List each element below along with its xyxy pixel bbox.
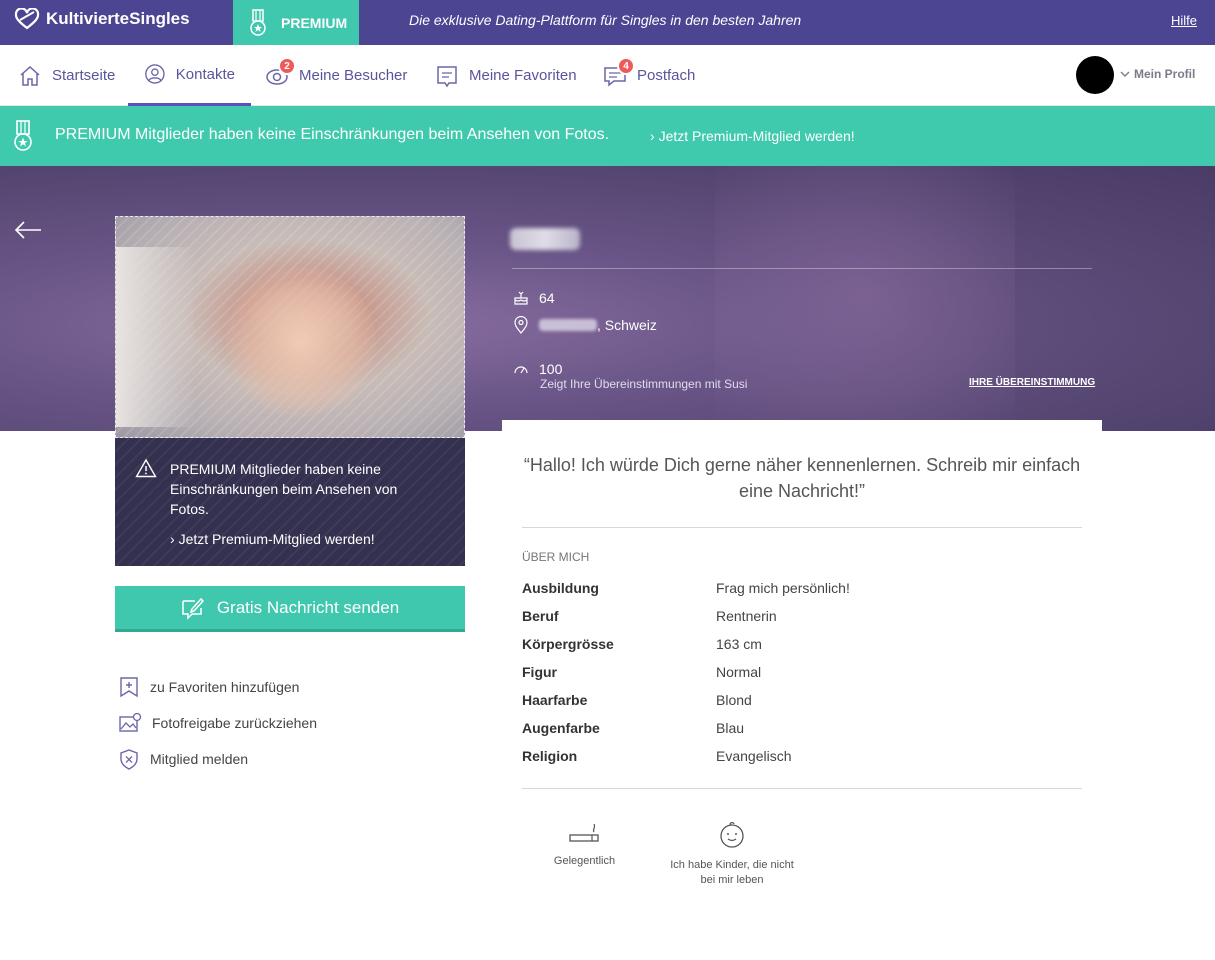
info-key: Figur	[522, 664, 557, 680]
profile-quote: “Hallo! Ich würde Dich gerne näher kenne…	[523, 455, 1081, 501]
nav-item-favoriten[interactable]: Meine Favoriten	[435, 45, 577, 106]
home-icon	[20, 65, 40, 86]
smoking-feature: Gelegentlich	[542, 820, 627, 869]
nav-label: Postfach	[637, 67, 696, 84]
match-link[interactable]: IHRE ÜBEREINSTIMMUNG	[969, 377, 1095, 388]
logo-heart-icon	[14, 8, 40, 30]
info-key: Religion	[522, 748, 578, 764]
baby-face-icon	[720, 822, 744, 848]
tagline: Die exklusive Dating-Plattform für Singl…	[409, 12, 802, 28]
info-value: Blond	[716, 692, 752, 708]
send-message-button[interactable]: Gratis Nachricht senden	[115, 586, 465, 632]
action-label: Fotofreigabe zurückziehen	[152, 715, 317, 731]
main-nav: Startseite Kontakte Meine Besucher 2 Mei…	[0, 45, 1215, 106]
logo[interactable]: KultivierteSingles	[14, 8, 190, 30]
info-value: Evangelisch	[716, 748, 792, 764]
info-key: Körpergrösse	[522, 636, 614, 652]
match-score: 100	[539, 361, 563, 377]
nav-item-kontakte[interactable]: Kontakte	[128, 45, 251, 106]
nav-label: Kontakte	[175, 65, 235, 83]
chevron-down-icon	[1120, 71, 1130, 77]
age-value: 64	[539, 290, 555, 306]
hero-divider	[512, 268, 1092, 269]
info-key: Augenfarbe	[522, 720, 600, 736]
info-key: Ausbildung	[522, 580, 599, 596]
info-value: Frag mich persönlich!	[716, 580, 850, 596]
photo-premium-link[interactable]: › Jetzt Premium-Mitglied werden!	[170, 531, 375, 547]
banner-premium-link[interactable]: › Jetzt Premium-Mitglied werden!	[650, 128, 855, 144]
nav-label: Meine Besucher	[299, 67, 408, 84]
top-bar: KultivierteSingles PREMIUM Die exklusive…	[0, 0, 1215, 45]
info-value: Normal	[716, 664, 762, 680]
profile-details-card: “Hallo! Ich würde Dich gerne näher kenne…	[502, 420, 1102, 920]
logo-text: KultivierteSingles	[46, 9, 190, 28]
postfach-badge: 4	[617, 57, 635, 75]
cigarette-icon	[568, 823, 599, 842]
children-feature: Ich habe Kinder, die nicht bei mir leben	[670, 820, 794, 888]
info-key: Beruf	[522, 608, 559, 624]
action-label: Mitglied melden	[150, 751, 249, 767]
warning-icon	[135, 458, 157, 478]
premium-label: PREMIUM	[281, 14, 348, 31]
revoke-photo-share-action[interactable]: Fotofreigabe zurückziehen	[118, 712, 317, 734]
back-arrow-icon[interactable]	[14, 220, 42, 240]
photo-link-label: Jetzt Premium-Mitglied werden!	[178, 531, 375, 547]
nav-item-besucher[interactable]: Meine Besucher 2	[265, 45, 407, 106]
nav-item-postfach[interactable]: Postfach 4	[603, 45, 695, 106]
info-value: Blau	[716, 720, 745, 736]
feature-label: Gelegentlich	[553, 855, 616, 867]
profile-menu[interactable]: Mein Profil	[1120, 67, 1195, 81]
add-favorite-action[interactable]: zu Favoriten hinzufügen	[118, 676, 299, 698]
nav-item-startseite[interactable]: Startseite	[18, 45, 115, 106]
banner-text: PREMIUM Mitglieder haben keine Einschrän…	[55, 126, 610, 143]
premium-banner: PREMIUM Mitglieder haben keine Einschrän…	[0, 106, 1215, 166]
nav-label: Meine Favoriten	[469, 67, 577, 84]
visitors-badge: 2	[278, 57, 296, 75]
info-value: Rentnerin	[716, 608, 777, 624]
premium-tab[interactable]: PREMIUM	[233, 0, 359, 45]
user-circle-icon	[145, 64, 165, 84]
photo-notice-text: PREMIUM Mitglieder haben keine Einschrän…	[170, 461, 398, 517]
profile-name-blurred	[510, 228, 580, 250]
medal-icon	[14, 120, 32, 151]
photo-premium-notice: PREMIUM Mitglieder haben keine Einschrän…	[115, 438, 465, 566]
location-pin-icon	[514, 316, 528, 334]
profile-label: Mein Profil	[1134, 67, 1196, 81]
banner-link-label: Jetzt Premium-Mitglied werden!	[658, 128, 855, 144]
bookmark-plus-icon	[120, 677, 138, 698]
section-label: ÜBER MICH	[522, 550, 590, 564]
shield-x-icon	[120, 749, 138, 770]
gauge-icon	[514, 366, 528, 374]
help-link[interactable]: Hilfe	[1171, 13, 1197, 28]
bookmark-icon	[437, 65, 457, 87]
match-description: Zeigt Ihre Übereinstimmungen mit Susi	[540, 377, 748, 391]
compose-message-icon	[182, 597, 204, 620]
info-key: Haarfarbe	[522, 692, 588, 708]
card-divider	[522, 788, 1082, 789]
avatar[interactable]	[1076, 56, 1114, 94]
location-row: , Schweiz	[513, 316, 657, 334]
send-message-label: Gratis Nachricht senden	[216, 597, 400, 617]
photo-share-icon	[119, 712, 142, 732]
feature-label: Ich habe Kinder, die nicht bei mir leben	[670, 859, 794, 886]
medal-icon	[250, 8, 266, 36]
match-row: 100	[513, 361, 562, 377]
action-label: zu Favoriten hinzufügen	[150, 679, 300, 695]
report-member-action[interactable]: Mitglied melden	[118, 748, 248, 770]
photo-blur	[226, 267, 376, 417]
location-country: , Schweiz	[597, 317, 657, 333]
info-value: 163 cm	[716, 636, 762, 652]
cake-icon	[514, 291, 528, 305]
location-blurred	[539, 319, 597, 331]
profile-photo[interactable]	[115, 216, 465, 438]
card-divider	[522, 527, 1082, 528]
nav-label: Startseite	[52, 67, 116, 84]
age-row: 64	[513, 290, 555, 306]
photo-blur	[116, 247, 196, 427]
